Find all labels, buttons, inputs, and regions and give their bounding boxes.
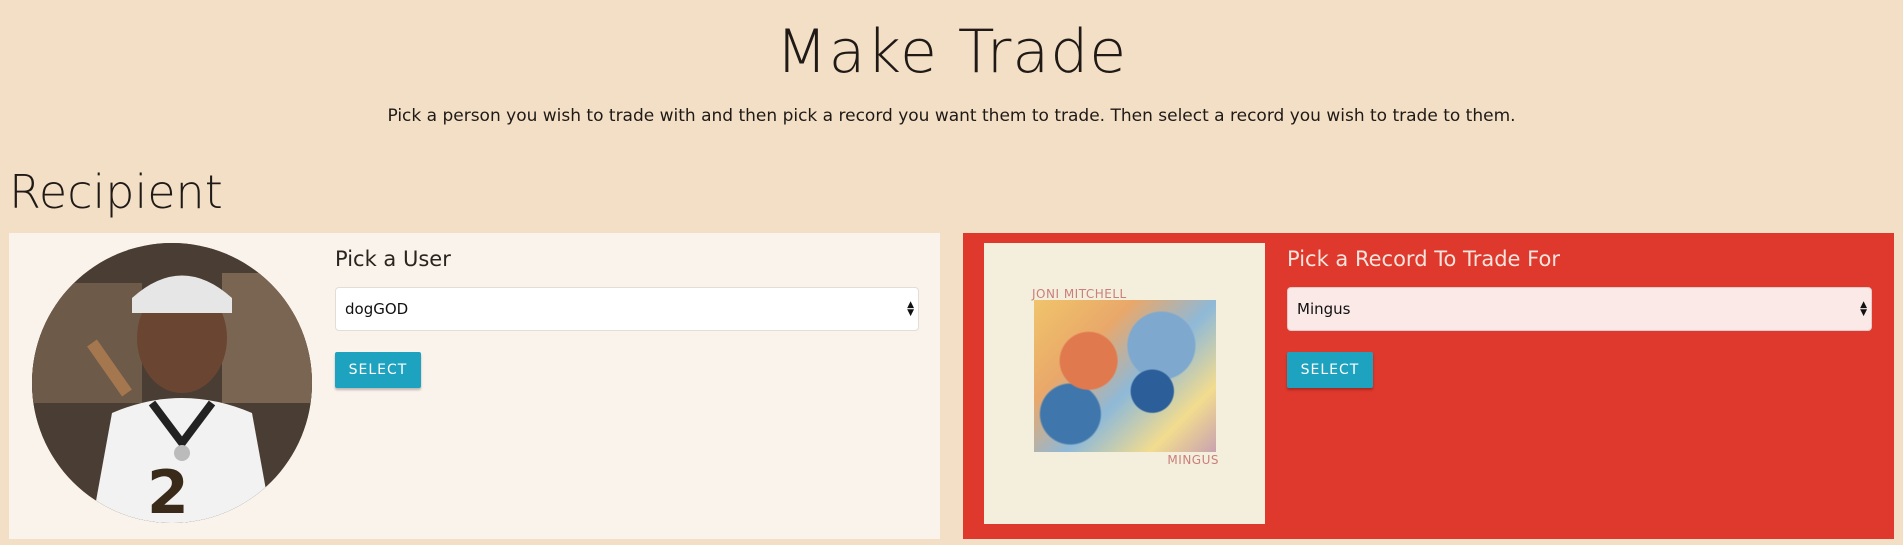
user-avatar: 2 bbox=[32, 243, 312, 523]
pick-user-label: Pick a User bbox=[335, 247, 451, 271]
page-title: Make Trade bbox=[775, 17, 1128, 87]
user-select-value: dogGOD bbox=[345, 300, 409, 318]
section-heading-recipient: Recipient bbox=[9, 165, 223, 219]
page-subtitle: Pick a person you wish to trade with and… bbox=[387, 106, 1516, 126]
user-picker-panel: 2 Pick a User dogGOD ▲ ▼ SELECT bbox=[9, 233, 940, 539]
record-cover-title: MINGUS bbox=[1167, 453, 1219, 467]
select-user-button[interactable]: SELECT bbox=[335, 352, 421, 388]
user-select[interactable]: dogGOD ▲ ▼ bbox=[335, 287, 919, 331]
record-picker-panel: JONI MITCHELL MINGUS Pick a Record To Tr… bbox=[963, 233, 1894, 539]
svg-text:2: 2 bbox=[147, 458, 189, 523]
record-cover-artwork bbox=[1034, 300, 1216, 452]
select-arrows-icon: ▲ ▼ bbox=[907, 300, 914, 318]
record-cover-artist: JONI MITCHELL bbox=[1032, 287, 1127, 301]
select-record-button[interactable]: SELECT bbox=[1287, 352, 1373, 388]
pick-record-label: Pick a Record To Trade For bbox=[1287, 247, 1560, 271]
record-select-value: Mingus bbox=[1297, 300, 1351, 318]
select-arrows-icon: ▲ ▼ bbox=[1860, 300, 1867, 318]
record-cover: JONI MITCHELL MINGUS bbox=[984, 243, 1265, 524]
record-select[interactable]: Mingus ▲ ▼ bbox=[1287, 287, 1872, 331]
user-avatar-image: 2 bbox=[32, 243, 312, 523]
